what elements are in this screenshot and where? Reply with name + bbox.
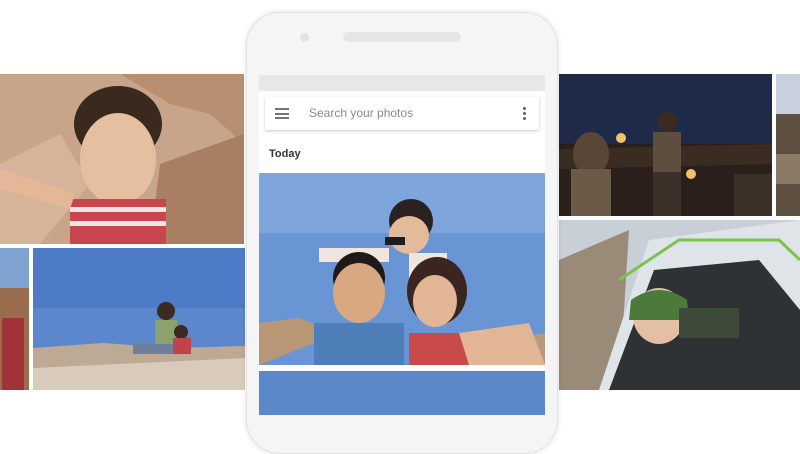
- status-bar: [259, 75, 545, 91]
- photo-next-thumbnail[interactable]: [259, 371, 545, 415]
- photo-boy-on-rocks[interactable]: [0, 74, 244, 244]
- photo-canyon-strip[interactable]: [776, 74, 800, 216]
- phone-mockup: Search your photos Today: [246, 12, 558, 454]
- photo-family-selfie[interactable]: [259, 173, 545, 365]
- phone-screen: Search your photos Today: [259, 75, 545, 415]
- search-input[interactable]: Search your photos: [309, 106, 413, 120]
- phone-camera: [300, 33, 309, 42]
- hamburger-menu-icon[interactable]: [275, 108, 289, 119]
- photo-campfire-night[interactable]: [559, 74, 772, 216]
- phone-speaker: [343, 32, 461, 42]
- more-vert-icon[interactable]: [523, 107, 527, 121]
- photo-family-on-rocks[interactable]: [33, 248, 245, 390]
- section-title-today: Today: [269, 148, 301, 160]
- photo-child-in-tent[interactable]: [559, 220, 800, 390]
- search-bar[interactable]: Search your photos: [265, 97, 539, 130]
- photo-hiker-strip[interactable]: [0, 248, 29, 390]
